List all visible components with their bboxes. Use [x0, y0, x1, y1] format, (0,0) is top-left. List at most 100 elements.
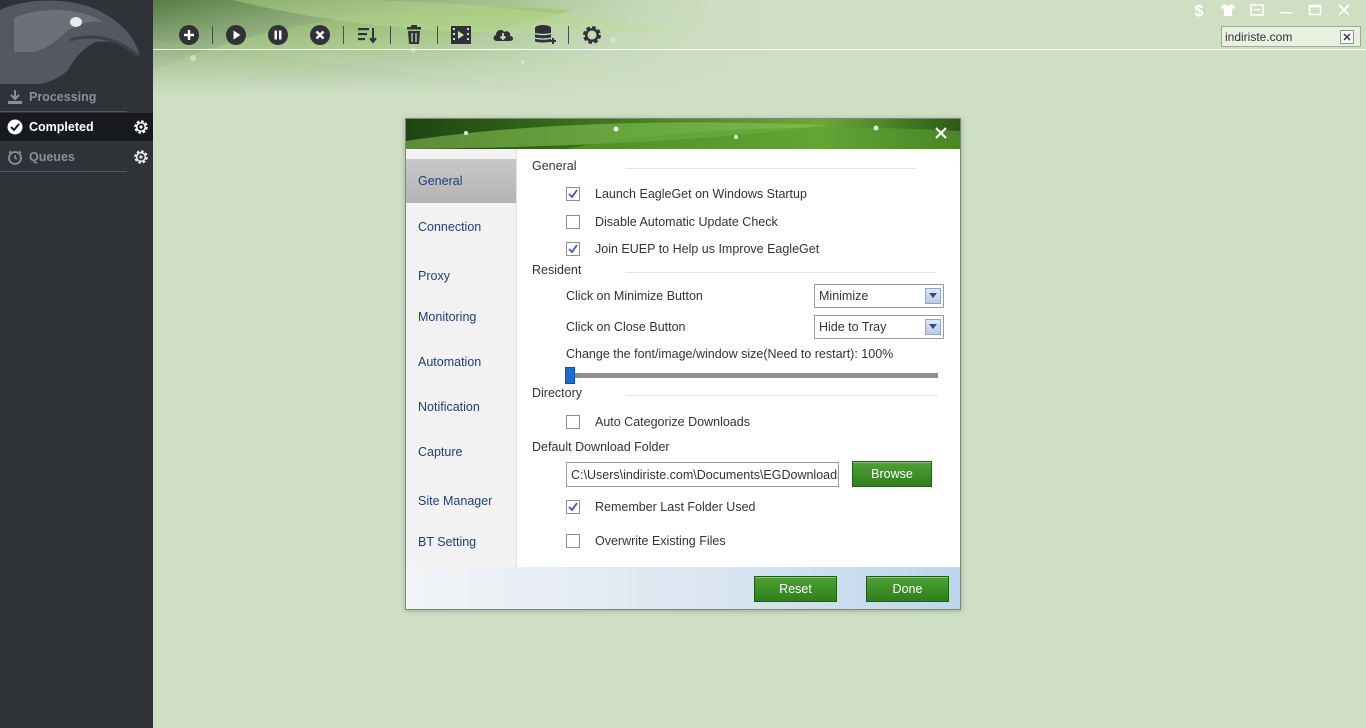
- nav-connection[interactable]: Connection: [406, 206, 516, 248]
- gear-icon[interactable]: [132, 118, 150, 136]
- sidebar-divider: [0, 171, 127, 172]
- cloud-download-icon[interactable]: [489, 21, 517, 49]
- sidebar-item-completed[interactable]: Completed: [0, 113, 153, 141]
- svg-text:$: $: [1194, 3, 1203, 18]
- option-auto-categorize: Auto Categorize Downloads: [566, 415, 750, 429]
- nav-label: Notification: [418, 400, 480, 414]
- nav-notification[interactable]: Notification: [406, 386, 516, 428]
- minimize-icon[interactable]: [1271, 0, 1300, 20]
- remember-folder-checkbox[interactable]: [566, 500, 580, 514]
- main-toolbar: [175, 20, 606, 50]
- size-slider-track[interactable]: [574, 373, 938, 378]
- add-task-icon[interactable]: [175, 21, 203, 49]
- browse-button[interactable]: Browse: [852, 461, 932, 487]
- section-divider: [626, 272, 936, 273]
- mini-mode-icon[interactable]: [1242, 0, 1271, 20]
- sidebar-divider: [0, 111, 127, 112]
- settings-gear-icon[interactable]: [578, 21, 606, 49]
- section-divider: [626, 395, 938, 396]
- nav-general[interactable]: General: [406, 159, 516, 203]
- toolbar-separator: [212, 26, 213, 44]
- size-slider-thumb[interactable]: [565, 367, 575, 384]
- sort-icon[interactable]: [353, 21, 381, 49]
- sidebar-item-label: Processing: [29, 90, 97, 104]
- reset-button[interactable]: Reset: [754, 576, 837, 602]
- nav-label: Site Manager: [418, 494, 493, 508]
- section-divider: [626, 168, 916, 169]
- alarm-clock-icon: [7, 149, 23, 165]
- nav-automation[interactable]: Automation: [406, 341, 516, 383]
- dollar-icon[interactable]: $: [1184, 0, 1213, 20]
- sidebar-item-label: Completed: [29, 120, 94, 134]
- skin-shirt-icon[interactable]: [1213, 0, 1242, 20]
- nav-capture[interactable]: Capture: [406, 431, 516, 473]
- dialog-close-icon[interactable]: [930, 122, 952, 144]
- close-button-label: Click on Close Button: [566, 320, 686, 334]
- launch-startup-checkbox[interactable]: [566, 187, 580, 201]
- option-disable-update: Disable Automatic Update Check: [566, 215, 778, 229]
- minimize-button-label: Click on Minimize Button: [566, 289, 703, 303]
- size-label: Change the font/image/window size(Need t…: [566, 347, 894, 361]
- join-euep-checkbox[interactable]: [566, 242, 580, 256]
- option-label: Remember Last Folder Used: [595, 500, 756, 514]
- section-resident: Resident: [532, 263, 582, 277]
- pause-icon[interactable]: [264, 21, 292, 49]
- sidebar-item-processing[interactable]: Processing: [0, 83, 153, 111]
- toolbar-separator: [568, 26, 569, 44]
- close-icon[interactable]: [1329, 0, 1358, 20]
- gear-icon[interactable]: [132, 148, 150, 166]
- done-button[interactable]: Done: [866, 576, 949, 602]
- clear-search-icon[interactable]: [1340, 29, 1354, 44]
- option-overwrite: Overwrite Existing Files: [566, 534, 726, 548]
- auto-categorize-checkbox[interactable]: [566, 415, 580, 429]
- select-value: Minimize: [819, 289, 869, 303]
- nav-label: General: [418, 174, 463, 188]
- section-general: General: [532, 159, 577, 173]
- nav-label: Automation: [418, 355, 482, 369]
- option-remember-folder: Remember Last Folder Used: [566, 500, 755, 514]
- search-input[interactable]: [1222, 29, 1340, 44]
- toolbar-separator: [437, 26, 438, 44]
- disable-update-checkbox[interactable]: [566, 215, 580, 229]
- section-directory: Directory: [532, 386, 583, 400]
- stop-icon[interactable]: [306, 21, 334, 49]
- option-label: Disable Automatic Update Check: [595, 215, 778, 229]
- nav-monitoring[interactable]: Monitoring: [406, 296, 516, 338]
- nav-bt-setting[interactable]: BT Setting: [406, 521, 516, 563]
- start-icon[interactable]: [222, 21, 250, 49]
- nav-site-manager[interactable]: Site Manager: [406, 480, 516, 522]
- chevron-down-icon: [925, 319, 941, 335]
- toolbar-separator: [390, 26, 391, 44]
- dialog-header-banner: [406, 119, 960, 149]
- chevron-down-icon: [925, 288, 941, 304]
- sidebar: Processing Completed Queues: [0, 0, 153, 728]
- download-icon: [7, 89, 23, 105]
- eagleget-logo: [0, 0, 153, 86]
- check-circle-icon: [7, 119, 23, 135]
- select-value: Hide to Tray: [819, 320, 887, 334]
- settings-nav: General Connection Proxy Monitoring Auto…: [406, 149, 517, 567]
- close-action-select[interactable]: Hide to Tray: [814, 315, 944, 339]
- database-icon[interactable]: [531, 21, 559, 49]
- nav-label: BT Setting: [418, 535, 477, 549]
- download-folder-field[interactable]: [566, 462, 839, 487]
- settings-dialog: General Connection Proxy Monitoring Auto…: [405, 118, 961, 610]
- option-join-euep: Join EUEP to Help us Improve EagleGet: [566, 242, 819, 256]
- search-box: [1221, 26, 1361, 47]
- dialog-footer: Reset Done: [406, 567, 960, 609]
- video-icon[interactable]: [447, 21, 475, 49]
- nav-label: Connection: [418, 220, 482, 234]
- nav-label: Proxy: [418, 269, 450, 283]
- sidebar-item-queues[interactable]: Queues: [0, 143, 153, 171]
- sidebar-item-label: Queues: [29, 150, 75, 164]
- option-launch-startup: Launch EagleGet on Windows Startup: [566, 187, 807, 201]
- delete-icon[interactable]: [400, 21, 428, 49]
- nav-label: Monitoring: [418, 310, 477, 324]
- minimize-action-select[interactable]: Minimize: [814, 284, 944, 308]
- nav-label: Capture: [418, 445, 463, 459]
- option-label: Auto Categorize Downloads: [595, 415, 750, 429]
- nav-proxy[interactable]: Proxy: [406, 255, 516, 297]
- overwrite-checkbox[interactable]: [566, 534, 580, 548]
- maximize-icon[interactable]: [1300, 0, 1329, 20]
- option-label: Overwrite Existing Files: [595, 534, 726, 548]
